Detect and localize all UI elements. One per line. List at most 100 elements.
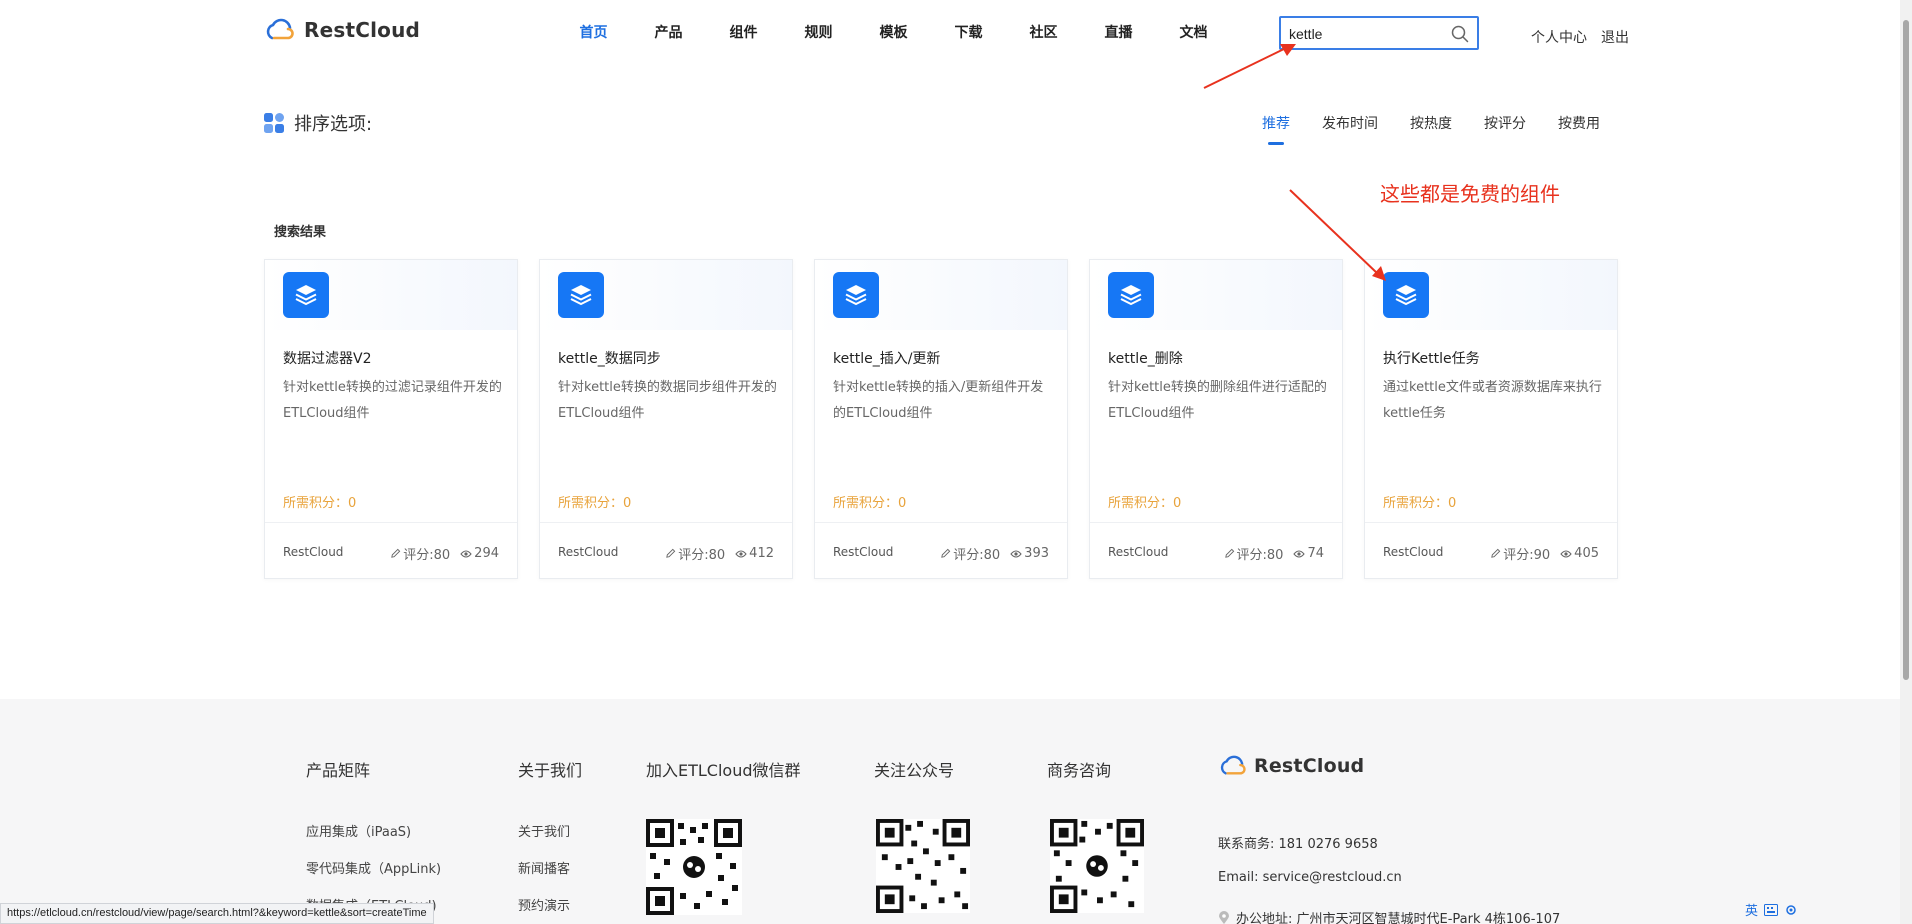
card-rating: 评分:80 xyxy=(953,548,1001,563)
eye-icon xyxy=(1010,550,1022,557)
result-cards: 数据过滤器V2 针对kettle转换的过滤记录组件开发的ETLCloud组件 所… xyxy=(264,259,1618,579)
card-footer: RestCloud 评分:90 405 xyxy=(1365,522,1617,580)
card-title[interactable]: 执行Kettle任务 xyxy=(1383,348,1480,368)
nav-download[interactable]: 下载 xyxy=(931,22,1006,42)
search-input[interactable] xyxy=(1289,24,1449,44)
footer-wechat-group-title: 加入ETLCloud微信群 xyxy=(646,761,801,780)
layers-icon xyxy=(1108,272,1154,318)
card-views: 393 xyxy=(1024,546,1049,561)
qr-code-icon xyxy=(646,819,742,915)
footer-products-title: 产品矩阵 xyxy=(306,761,371,780)
user-links: 个人中心 退出 xyxy=(1531,27,1629,47)
grid-icon xyxy=(264,113,284,133)
edit-icon xyxy=(941,548,951,558)
card-views: 405 xyxy=(1574,546,1599,561)
sort-rating[interactable]: 按评分 xyxy=(1484,113,1526,133)
component-card[interactable]: kettle_数据同步 针对kettle转换的数据同步组件开发的ETLCloud… xyxy=(539,259,793,579)
card-views: 294 xyxy=(474,546,499,561)
logout-link[interactable]: 退出 xyxy=(1601,27,1629,47)
card-title[interactable]: 数据过滤器V2 xyxy=(283,348,371,368)
footer-email[interactable]: Email: service@restcloud.cn xyxy=(1218,870,1402,885)
ime-language[interactable]: 英 xyxy=(1745,900,1758,919)
layers-icon xyxy=(1383,272,1429,318)
nav-templates[interactable]: 模板 xyxy=(856,22,931,42)
card-points: 所需积分：0 xyxy=(1383,496,1457,511)
footer-official-account-title: 关注公众号 xyxy=(874,761,955,780)
card-stats: 评分:90 405 xyxy=(1490,544,1599,563)
card-rating: 评分:80 xyxy=(1236,548,1284,563)
sort-title: 排序选项: xyxy=(264,110,372,136)
card-footer: RestCloud 评分:80 294 xyxy=(265,522,517,580)
card-description: 针对kettle转换的插入/更新组件开发的ETLCloud组件 xyxy=(833,380,1044,421)
location-pin-icon xyxy=(1219,910,1229,924)
nav-docs[interactable]: 文档 xyxy=(1156,22,1231,42)
qr-code-icon xyxy=(876,819,970,913)
component-card[interactable]: kettle_插入/更新 针对kettle转换的插入/更新组件开发的ETLClo… xyxy=(814,259,1068,579)
footer-link-news[interactable]: 新闻播客 xyxy=(518,858,570,877)
nav-components[interactable]: 组件 xyxy=(706,22,781,42)
keyboard-icon[interactable] xyxy=(1764,903,1779,916)
sort-title-label: 排序选项: xyxy=(294,114,373,135)
nav-home[interactable]: 首页 xyxy=(556,22,631,42)
component-card[interactable]: 数据过滤器V2 针对kettle转换的过滤记录组件开发的ETLCloud组件 所… xyxy=(264,259,518,579)
card-description: 针对kettle转换的删除组件进行适配的ETLCloud组件 xyxy=(1108,380,1327,421)
card-title[interactable]: kettle_插入/更新 xyxy=(833,348,940,368)
main-nav: 首页 产品 组件 规则 模板 下载 社区 直播 文档 xyxy=(556,22,1231,42)
sort-options: 推荐 发布时间 按热度 按评分 按费用 xyxy=(1262,113,1600,133)
status-bar-url: https://etlcloud.cn/restcloud/view/page/… xyxy=(0,903,434,924)
component-card[interactable]: kettle_删除 针对kettle转换的删除组件进行适配的ETLCloud组件… xyxy=(1089,259,1343,579)
edit-icon xyxy=(1491,548,1501,558)
nav-products[interactable]: 产品 xyxy=(631,22,706,42)
card-points: 所需积分：0 xyxy=(1108,496,1182,511)
scrollbar-thumb[interactable] xyxy=(1903,20,1909,680)
card-footer: RestCloud 评分:80 74 xyxy=(1090,522,1342,580)
logo[interactable]: RestCloud xyxy=(264,18,420,42)
card-author: RestCloud xyxy=(1108,545,1169,559)
card-title[interactable]: kettle_数据同步 xyxy=(558,348,661,368)
eye-icon xyxy=(735,550,747,557)
sort-cost[interactable]: 按费用 xyxy=(1558,113,1600,133)
footer-logo[interactable]: RestCloud xyxy=(1218,755,1364,777)
card-author: RestCloud xyxy=(1383,545,1444,559)
footer-link-applink[interactable]: 零代码集成（AppLink) xyxy=(306,858,441,877)
card-points: 所需积分：0 xyxy=(283,496,357,511)
eye-icon xyxy=(460,550,472,557)
sort-recommended[interactable]: 推荐 xyxy=(1262,113,1290,133)
sort-popularity[interactable]: 按热度 xyxy=(1410,113,1452,133)
nav-community[interactable]: 社区 xyxy=(1006,22,1081,42)
card-points: 所需积分：0 xyxy=(558,496,632,511)
card-description: 针对kettle转换的过滤记录组件开发的ETLCloud组件 xyxy=(283,380,502,421)
footer-link-ipaas[interactable]: 应用集成（iPaaS) xyxy=(306,821,411,840)
nav-rules[interactable]: 规则 xyxy=(781,22,856,42)
card-rating: 评分:90 xyxy=(1503,548,1551,563)
user-center-link[interactable]: 个人中心 xyxy=(1531,27,1587,47)
card-footer: RestCloud 评分:80 393 xyxy=(815,522,1067,580)
card-author: RestCloud xyxy=(558,545,619,559)
logo-text: RestCloud xyxy=(304,18,421,42)
card-stats: 评分:80 294 xyxy=(390,544,499,563)
card-title[interactable]: kettle_删除 xyxy=(1108,348,1183,368)
sort-publish-time[interactable]: 发布时间 xyxy=(1322,113,1378,133)
site-header: RestCloud 首页 产品 组件 规则 模板 下载 社区 直播 文档 个人中… xyxy=(0,0,1900,70)
settings-icon[interactable] xyxy=(1784,904,1798,916)
card-views: 412 xyxy=(749,546,774,561)
card-description: 通过kettle文件或者资源数据库来执行kettle任务 xyxy=(1383,380,1602,421)
footer-link-about[interactable]: 关于我们 xyxy=(518,821,570,840)
component-card[interactable]: 执行Kettle任务 通过kettle文件或者资源数据库来执行kettle任务 … xyxy=(1364,259,1618,579)
nav-live[interactable]: 直播 xyxy=(1081,22,1156,42)
search-icon[interactable] xyxy=(1451,25,1469,43)
annotation-text: 这些都是免费的组件 xyxy=(1380,182,1560,206)
results-label: 搜索结果 xyxy=(274,225,327,240)
eye-icon xyxy=(1293,550,1306,557)
footer-business-title: 商务咨询 xyxy=(1047,761,1112,780)
edit-icon xyxy=(391,548,401,558)
card-author: RestCloud xyxy=(283,545,344,559)
page-scrollbar[interactable] xyxy=(1900,0,1912,924)
cloud-logo-icon xyxy=(266,18,294,40)
footer-about-title: 关于我们 xyxy=(518,761,583,780)
card-stats: 评分:80 412 xyxy=(665,544,774,563)
footer-link-demo[interactable]: 预约演示 xyxy=(518,895,570,914)
qr-code-icon xyxy=(1050,819,1144,913)
edit-icon xyxy=(1224,548,1234,558)
card-rating: 评分:80 xyxy=(403,548,451,563)
